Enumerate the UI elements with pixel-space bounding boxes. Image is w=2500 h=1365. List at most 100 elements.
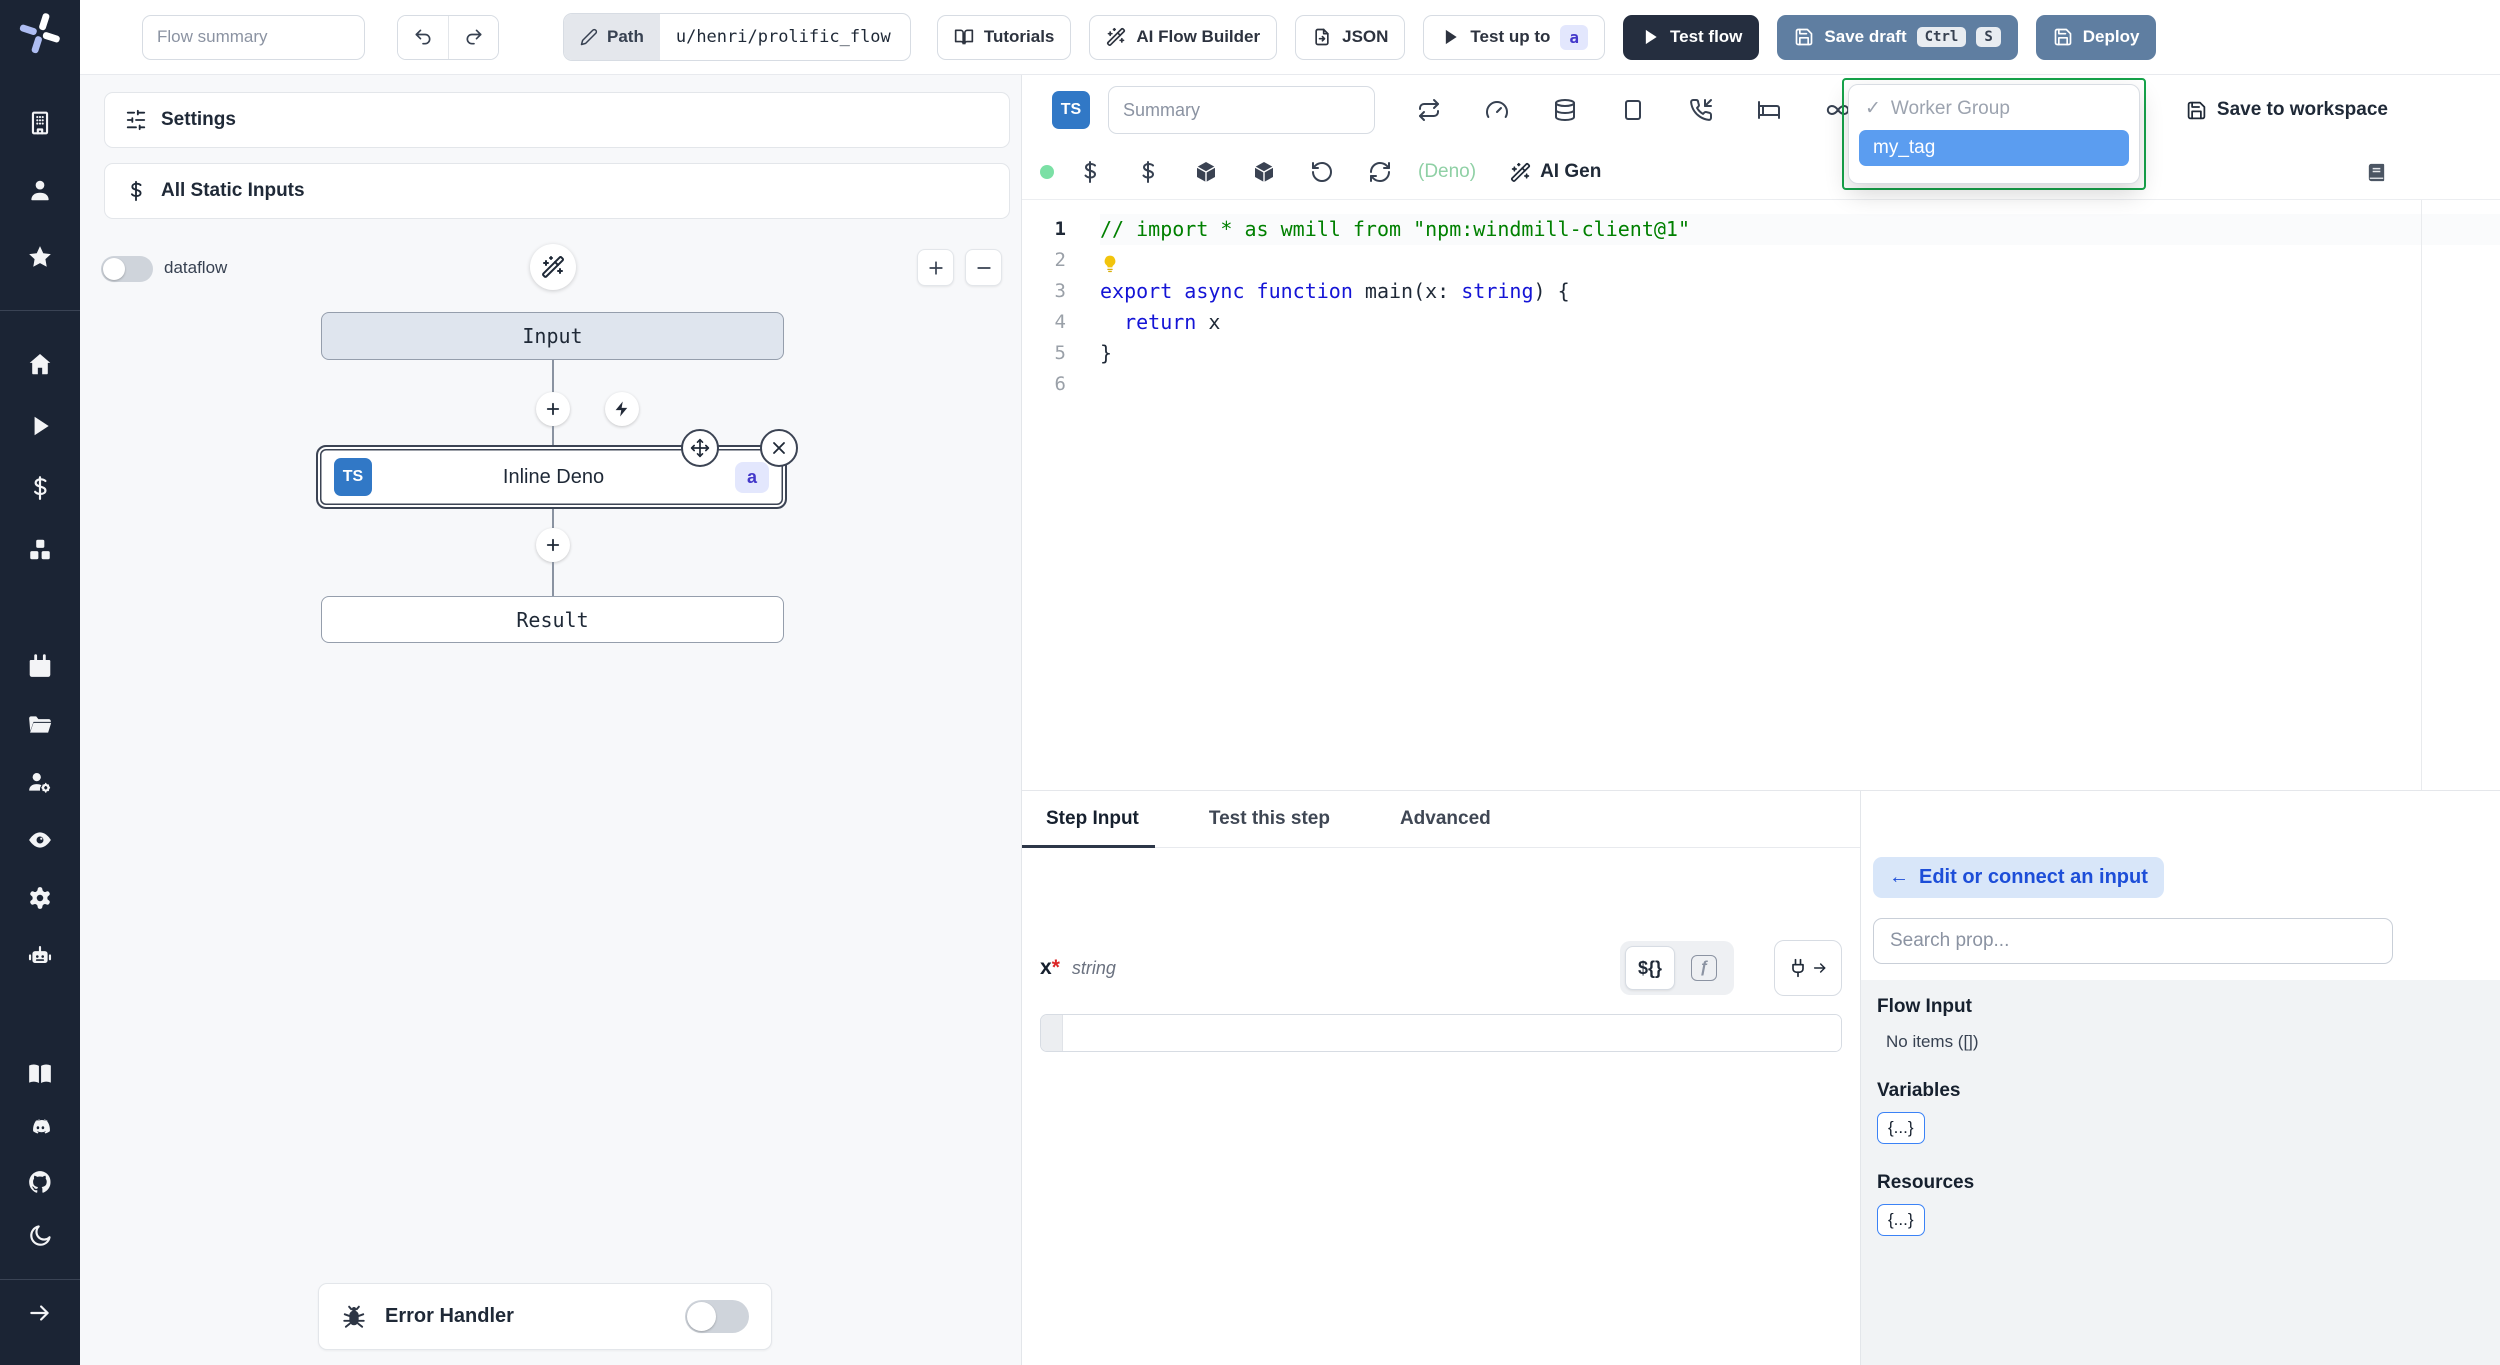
variables-expand-button[interactable]: {...} (1877, 1112, 1925, 1144)
delete-step-button[interactable] (760, 429, 798, 467)
sidebar-primary-group (0, 351, 80, 563)
star-icon[interactable] (27, 244, 53, 270)
sidebar (0, 0, 80, 1365)
bed-icon[interactable] (1757, 98, 1781, 122)
connect-props-section: ← Edit or connect an input Flow Input No… (1861, 791, 2500, 1365)
fn-mode-button[interactable]: ƒ (1679, 946, 1729, 990)
tutorials-button[interactable]: Tutorials (936, 14, 1072, 60)
step-summary-input[interactable] (1108, 86, 1375, 134)
phone-incoming-icon[interactable] (1689, 98, 1713, 122)
dollar-icon[interactable] (27, 475, 53, 501)
monaco-editor[interactable]: 1 2 3 4 5 6 // import * as wmill from "npm:wi… (1022, 200, 2500, 790)
flow-ai-wand-button[interactable] (530, 244, 576, 290)
path-value[interactable]: u/henri/prolific_flow (660, 14, 910, 60)
move-step-button[interactable] (681, 429, 719, 467)
add-step-button[interactable] (536, 392, 570, 426)
tab-test-this-step[interactable]: Test this step (1203, 791, 1336, 847)
settings-icon[interactable] (27, 885, 53, 911)
json-button[interactable]: JSON (1295, 14, 1406, 60)
github-icon[interactable] (27, 1169, 53, 1195)
discord-icon[interactable] (27, 1115, 53, 1141)
tab-step-input[interactable]: Step Input (1022, 791, 1155, 848)
error-handler-card[interactable]: Error Handler (318, 1283, 772, 1350)
home-icon[interactable] (27, 351, 53, 377)
package-icon[interactable] (1252, 160, 1276, 184)
edge-line (552, 360, 554, 393)
moon-icon[interactable] (27, 1223, 53, 1249)
arrow-right-icon[interactable] (27, 1300, 53, 1326)
flow-settings-card[interactable]: Settings (104, 92, 1010, 148)
path-label: Path (607, 27, 644, 46)
flow-summary-input[interactable] (142, 14, 365, 60)
windmill-flow-editor: Path u/henri/prolific_flow Tutorials AI … (0, 0, 2500, 1365)
save-draft-button[interactable]: Save draft Ctrl S (1777, 14, 2018, 60)
gauge-icon[interactable] (1485, 98, 1509, 122)
book-open-icon[interactable] (27, 1061, 53, 1087)
calendar-icon[interactable] (27, 653, 53, 679)
flow-node-result[interactable]: Result (321, 596, 784, 643)
redo-button[interactable] (448, 15, 498, 59)
ai-gen-button[interactable]: AI Gen (1510, 161, 1601, 183)
user-icon[interactable] (27, 177, 53, 203)
test-up-to-button[interactable]: Test up to a (1423, 14, 1605, 60)
worker-group-placeholder-option[interactable]: ✓ Worker Group (1859, 93, 2129, 124)
status-dot (1040, 165, 1054, 179)
editor-scrollbar[interactable] (2421, 200, 2422, 790)
windmill-logo-icon[interactable] (17, 10, 63, 56)
connect-input-button[interactable] (1774, 940, 1842, 996)
expr-mode-button[interactable]: ${} (1625, 946, 1675, 990)
deno-runtime-label[interactable]: (Deno) (1418, 161, 1476, 183)
folder-icon[interactable] (27, 711, 53, 737)
library-book-icon[interactable] (2365, 161, 2388, 184)
boxes-icon[interactable] (27, 537, 53, 563)
search-prop-input[interactable] (1873, 918, 2393, 964)
ai-flow-builder-button[interactable]: AI Flow Builder (1089, 14, 1278, 60)
step-settings-icons (1417, 98, 1781, 122)
step-id-badge: a (734, 461, 769, 493)
error-handler-label: Error Handler (385, 1305, 514, 1327)
resources-expand-button[interactable]: {...} (1877, 1204, 1925, 1236)
save-to-workspace-button[interactable]: Save to workspace (2186, 99, 2388, 121)
sidebar-workspace-group (0, 110, 80, 270)
add-step-button[interactable] (536, 528, 570, 562)
deploy-button[interactable]: Deploy (2035, 14, 2157, 60)
users-cog-icon[interactable] (27, 769, 53, 795)
play-icon[interactable] (27, 413, 53, 439)
edit-or-connect-pill[interactable]: ← Edit or connect an input (1873, 857, 2164, 898)
square-icon[interactable] (1621, 98, 1645, 122)
building-icon[interactable] (27, 110, 53, 136)
arg-value-input[interactable] (1063, 1015, 1841, 1051)
test-up-to-step-badge[interactable]: a (1560, 24, 1588, 50)
flow-node-input[interactable]: Input (321, 312, 784, 360)
plug-icon (1788, 958, 1808, 978)
undo-button[interactable] (398, 15, 448, 59)
eye-icon[interactable] (27, 827, 53, 853)
editor-action-icons (1078, 160, 1392, 184)
path-group[interactable]: Path u/henri/prolific_flow (563, 13, 911, 61)
dataflow-toggle[interactable] (101, 256, 153, 282)
test-up-to-label: Test up to (1470, 27, 1551, 46)
dollar-icon[interactable] (1078, 160, 1102, 184)
arg-value-handle[interactable] (1041, 1015, 1063, 1051)
bot-icon[interactable] (27, 943, 53, 969)
zoom-in-button[interactable] (917, 249, 954, 286)
dollar-icon[interactable] (1136, 160, 1160, 184)
repeat-icon[interactable] (1417, 98, 1441, 122)
zoom-out-button[interactable] (965, 249, 1002, 286)
test-flow-button[interactable]: Test flow (1623, 14, 1760, 60)
kbd-s: S (1976, 27, 2001, 47)
tab-advanced[interactable]: Advanced (1394, 791, 1497, 847)
refresh-cw-icon[interactable] (1368, 160, 1392, 184)
error-handler-toggle[interactable] (685, 1300, 749, 1333)
editor-toolbar-bottom: (Deno) AI Gen (1022, 145, 2500, 200)
path-chip[interactable]: Path (564, 14, 660, 60)
code-line (1100, 245, 2500, 276)
package-icon[interactable] (1194, 160, 1218, 184)
lightbulb-icon[interactable] (1100, 252, 1120, 272)
worker-group-option-selected[interactable]: my_tag (1859, 130, 2129, 166)
database-icon[interactable] (1553, 98, 1577, 122)
add-trigger-button[interactable] (605, 392, 639, 426)
all-static-inputs-card[interactable]: All Static Inputs (104, 163, 1010, 219)
rotate-ccw-icon[interactable] (1310, 160, 1334, 184)
